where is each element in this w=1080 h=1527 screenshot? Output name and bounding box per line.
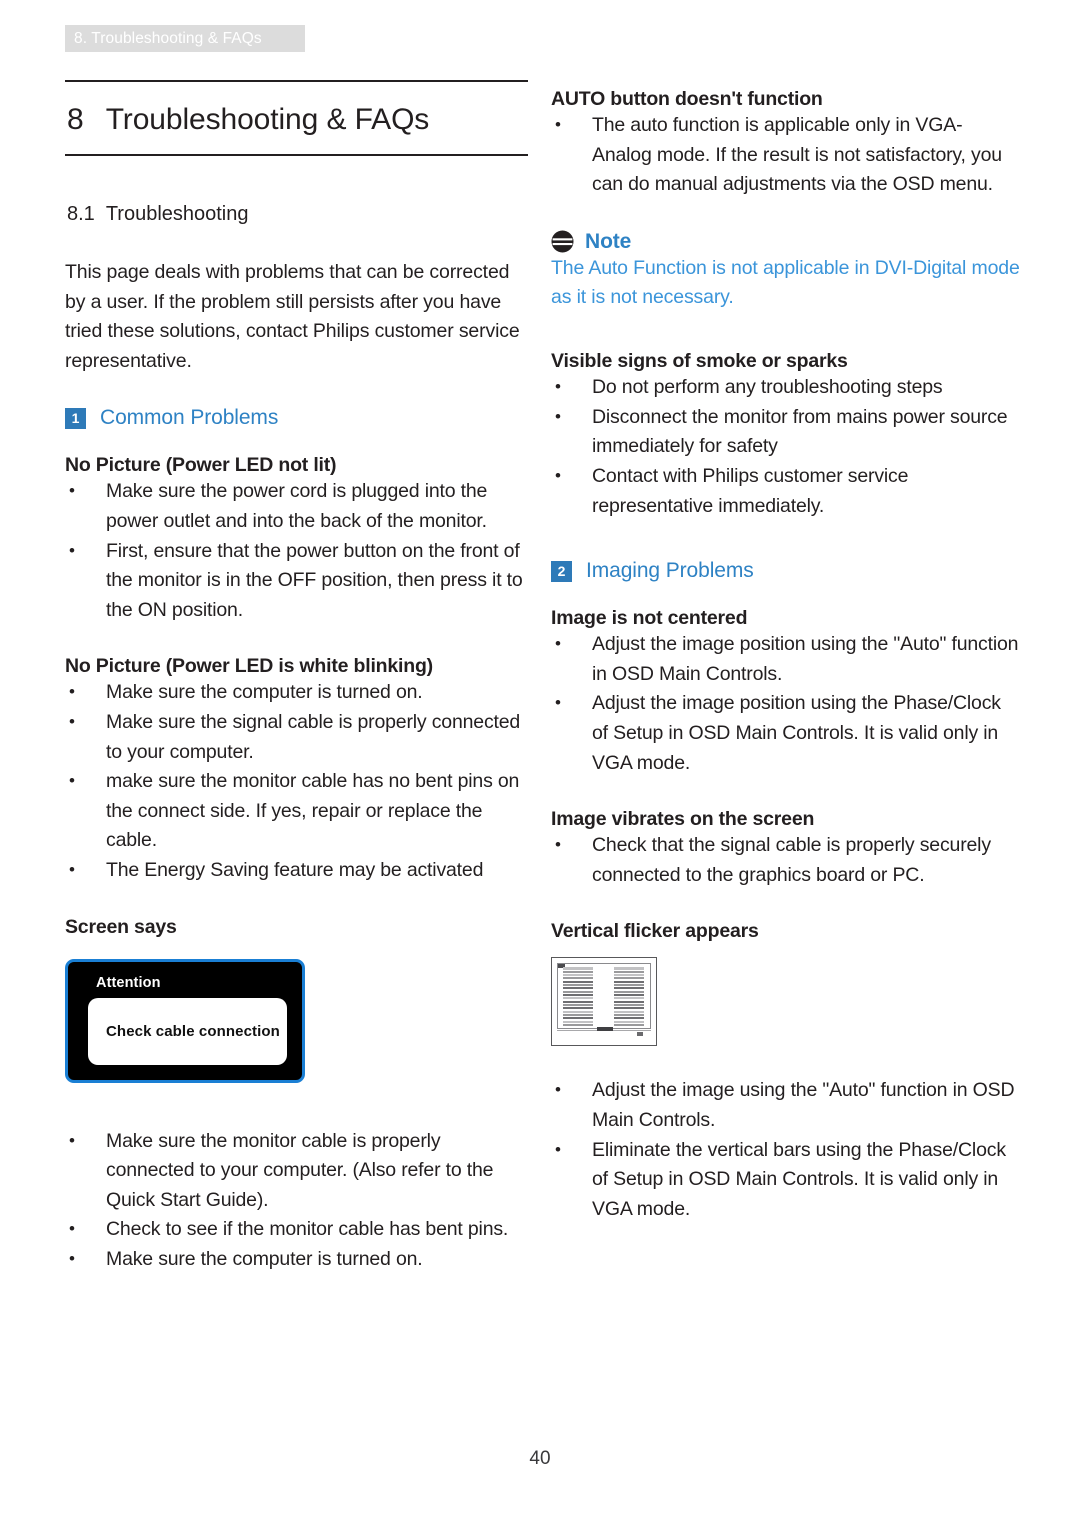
list-item: make sure the monitor cable has no bent …: [65, 766, 528, 856]
auto-button-heading: AUTO button doesn't function: [551, 88, 823, 110]
vertical-flicker-illustration: [551, 957, 657, 1047]
list-item: Do not perform any troubleshooting steps: [551, 372, 1021, 403]
list-item: Make sure the signal cable is properly c…: [65, 707, 528, 767]
osd-dialog-panel: Check cable connection: [88, 997, 287, 1065]
section-number: 8.1: [67, 203, 95, 225]
screen-says-list: Make sure the monitor cable is properly …: [65, 1126, 528, 1275]
flicker-bar-column-left: [563, 967, 593, 1027]
chapter-number: 8: [67, 103, 84, 136]
vibrates-list: Check that the signal cable is properly …: [551, 830, 1021, 890]
list-item: Adjust the image using the "Auto" functi…: [551, 1075, 1021, 1135]
auto-button-list: The auto function is applicable only in …: [551, 110, 1021, 200]
running-header-tab: 8. Troubleshooting & FAQs: [65, 25, 305, 52]
list-item: The auto function is applicable only in …: [551, 110, 1021, 200]
list-item: Adjust the image position using the "Aut…: [551, 629, 1021, 689]
chapter-name: Troubleshooting & FAQs: [105, 103, 430, 136]
right-column: AUTO button doesn't function The auto fu…: [551, 88, 1021, 1224]
list-item: Make sure the power cord is plugged into…: [65, 476, 528, 536]
imaging-problems-heading: 2 Imaging Problems: [551, 559, 1021, 583]
note-heading: Note: [551, 230, 1021, 254]
section-name: Troubleshooting: [105, 203, 249, 225]
note-icon: [551, 230, 574, 253]
flicker-screen-area: [557, 963, 651, 1030]
osd-attention-dialog: Attention Check cable connection: [65, 958, 305, 1083]
not-centered-heading: Image is not centered: [551, 607, 748, 630]
title-rule-bottom: [65, 154, 528, 156]
screen-says-heading: Screen says: [65, 915, 177, 938]
list-item: Check to see if the monitor cable has be…: [65, 1214, 528, 1245]
note-label: Note: [585, 229, 632, 253]
common-problems-heading: 1 Common Problems: [65, 406, 528, 430]
page-title: 8 Troubleshooting & FAQs: [65, 82, 528, 154]
list-item: Disconnect the monitor from mains power …: [551, 402, 1021, 462]
list-item: Make sure the computer is turned on.: [65, 677, 528, 708]
no-picture-not-lit-list: Make sure the power cord is plugged into…: [65, 476, 528, 626]
osd-dialog-message: Check cable connection: [106, 1022, 280, 1040]
no-picture-blinking-list: Make sure the computer is turned on. Mak…: [65, 677, 528, 886]
list-item: Eliminate the vertical bars using the Ph…: [551, 1135, 1021, 1225]
intro-paragraph: This page deals with problems that can b…: [65, 261, 520, 372]
page-number: 40: [529, 1448, 551, 1469]
smoke-sparks-list: Do not perform any troubleshooting steps…: [551, 372, 1021, 521]
list-item: First, ensure that the power button on t…: [65, 536, 528, 626]
list-item: The Energy Saving feature may be activat…: [65, 855, 528, 886]
smoke-sparks-heading: Visible signs of smoke or sparks: [551, 350, 848, 373]
section-heading: 8.1 Troubleshooting: [67, 203, 249, 226]
imaging-problems-label: Imaging Problems: [586, 559, 754, 583]
list-item: Contact with Philips customer service re…: [551, 461, 1021, 521]
not-centered-list: Adjust the image position using the "Aut…: [551, 629, 1021, 778]
badge-1: 1: [65, 407, 86, 429]
flicker-footer-dot: [637, 1032, 643, 1037]
flicker-footer-strip: [557, 1027, 651, 1041]
badge-2: 2: [551, 560, 572, 582]
note-body: The Auto Function is not applicable in D…: [551, 256, 1020, 308]
left-column: This page deals with problems that can b…: [65, 258, 528, 1274]
document-page: 8. Troubleshooting & FAQs 8 Troubleshoot…: [0, 0, 1080, 1527]
running-header-label: 8. Troubleshooting & FAQs: [74, 29, 262, 47]
no-picture-blinking-heading: No Picture (Power LED is white blinking): [65, 655, 433, 678]
list-item: Make sure the monitor cable is properly …: [65, 1126, 528, 1216]
vibrates-heading: Image vibrates on the screen: [551, 808, 815, 831]
chapter-title-block: 8 Troubleshooting & FAQs: [65, 80, 528, 156]
vertical-flicker-heading: Vertical flicker appears: [551, 920, 759, 943]
list-item: Check that the signal cable is properly …: [551, 830, 1021, 890]
no-picture-not-lit-heading: No Picture (Power LED not lit): [65, 454, 337, 477]
list-item: Adjust the image position using the Phas…: [551, 688, 1021, 778]
vertical-flicker-list: Adjust the image using the "Auto" functi…: [551, 1075, 1021, 1225]
flicker-bar-column-right: [614, 967, 644, 1027]
list-item: Make sure the computer is turned on.: [65, 1244, 528, 1275]
flicker-footer-mark: [597, 1027, 613, 1032]
osd-dialog-title: Attention: [96, 974, 161, 991]
common-problems-label: Common Problems: [100, 406, 279, 430]
